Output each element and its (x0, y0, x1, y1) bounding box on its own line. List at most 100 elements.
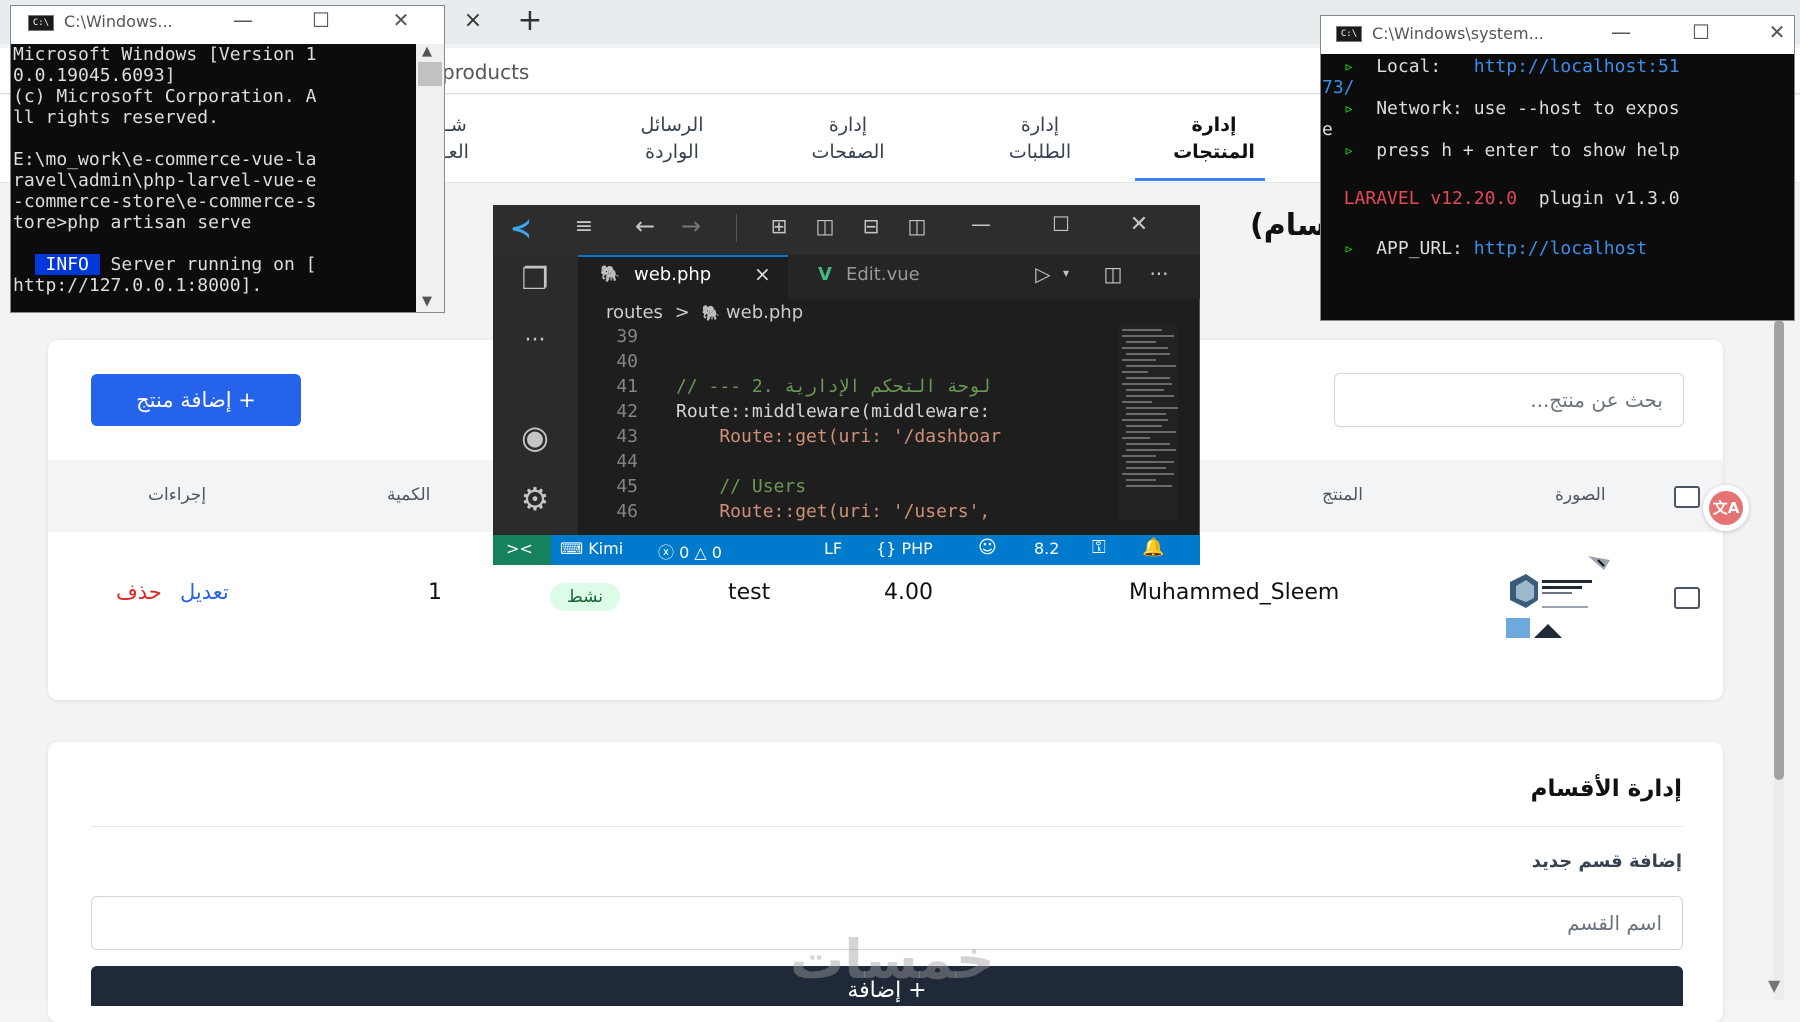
toggle-sidebar-icon[interactable]: ◫ (810, 214, 840, 238)
language-label: PHP (901, 539, 933, 558)
forward-arrow-icon[interactable]: → (676, 212, 706, 240)
page-scrollbar-thumb[interactable] (1774, 320, 1784, 780)
explorer-icon[interactable]: ❐ (512, 262, 558, 297)
minimize-icon[interactable]: — (1606, 20, 1636, 44)
tab-edit-vue[interactable]: Edit.vue (846, 264, 920, 285)
divider (736, 214, 737, 242)
language-status[interactable]: {} PHP (876, 539, 933, 558)
toggle-secondary-sidebar-icon[interactable]: ◫ (902, 214, 932, 238)
chevron-down-icon[interactable]: ▾ (1058, 266, 1074, 280)
cmd-line: E:\mo_work\e-commerce-vue-la (13, 149, 317, 170)
line-number: 45 (616, 476, 638, 497)
local-url[interactable]: http://localhost:51 (1474, 56, 1680, 77)
watermark: خمسات (790, 928, 995, 991)
remote-icon[interactable]: >< (506, 539, 533, 558)
cmd-left-title: C:\Windows... (64, 12, 173, 31)
scroll-up-icon[interactable]: ▲ (422, 44, 432, 59)
vue-file-icon: V (818, 264, 832, 285)
notifications-bell-icon[interactable]: 🔔 (1142, 537, 1164, 558)
breadcrumb-file[interactable]: web.php (726, 302, 803, 323)
address-bar-url[interactable]: products (442, 60, 529, 84)
select-all-checkbox[interactable] (1674, 486, 1700, 508)
layout-icon[interactable]: ⊞ (764, 214, 794, 238)
nav-item-messages[interactable]: الرسائل الواردة (622, 112, 722, 168)
kimi-status[interactable]: ⌨ Kimi (560, 539, 623, 558)
tab-web-php-label[interactable]: web.php (634, 264, 711, 285)
minimize-icon[interactable]: — (966, 212, 996, 236)
code-line: Route::middleware(middleware: (676, 401, 991, 422)
split-editor-icon[interactable]: ◫ (1100, 262, 1126, 286)
cmd-line: 0.0.19045.6093] (13, 65, 176, 86)
cell-quantity: 1 (428, 580, 442, 605)
add-product-button[interactable]: + إضافة منتج (91, 374, 301, 426)
line-number: 39 (616, 326, 638, 347)
nav-item-products[interactable]: إدارة المنتجات (1160, 112, 1268, 168)
copilot-icon[interactable]: ☺ (978, 537, 997, 558)
close-icon[interactable]: ✕ (1124, 212, 1154, 237)
app-url-label: APP_URL: (1376, 238, 1463, 259)
cmd-icon: C:\ (1336, 26, 1362, 42)
cmd-line: -commerce-store\e-commerce-s (13, 191, 317, 212)
breadcrumb: routes > 🐘 web.php (606, 302, 803, 323)
toggle-panel-icon[interactable]: ⊟ (856, 214, 886, 238)
more-actions-icon[interactable]: ··· (1144, 262, 1174, 286)
local-url-wrap[interactable]: 73/ (1322, 77, 1792, 98)
back-arrow-icon[interactable]: ← (630, 212, 660, 240)
add-category-subtitle: إضافة قسم جديد (1531, 851, 1682, 872)
product-thumbnail (1498, 552, 1610, 640)
edit-link[interactable]: تعديل (180, 580, 229, 604)
tab-close-icon[interactable]: × (460, 8, 486, 34)
minimap[interactable] (1118, 325, 1178, 520)
close-icon[interactable]: ✕ (386, 8, 416, 32)
info-badge: INFO (34, 254, 100, 275)
nav-item-orders[interactable]: إدارة الطلبات (990, 112, 1090, 168)
laravel-version: LARAVEL v12.20.0 (1343, 188, 1518, 209)
eol-status[interactable]: LF (824, 539, 842, 558)
th-product: المنتج (1322, 485, 1363, 505)
categories-title: إدارة الأقسام (1530, 776, 1682, 802)
warning-icon: △ (689, 543, 712, 562)
translate-icon[interactable]: 文A (1709, 491, 1743, 525)
tab-close-icon[interactable]: × (754, 262, 771, 286)
code-editor[interactable]: 39 40 41 // --- 2. لوحة التحكم الإدارية 4… (578, 326, 1118, 535)
cell-product-name: Muhammed_Sleem (1129, 580, 1340, 605)
cmd-line: ll rights reserved. (13, 107, 219, 128)
settings-gear-icon[interactable]: ⚙ (512, 480, 558, 518)
run-icon[interactable]: ▷ (1030, 262, 1056, 286)
scroll-down-icon[interactable]: ▼ (422, 294, 432, 309)
vscode-logo-icon: ≺ (510, 214, 532, 244)
cmd-right-output: ▹ Local: http://localhost:51 73/ ▹ Netwo… (1322, 54, 1792, 320)
maximize-icon[interactable]: ☐ (306, 8, 336, 32)
error-count: 0 (679, 543, 690, 562)
error-icon: ⓧ (658, 543, 680, 562)
more-icon[interactable]: ··· (512, 328, 558, 353)
php-version-status[interactable]: 8.2 (1034, 539, 1059, 558)
key-icon[interactable]: ⚿ (1092, 537, 1106, 558)
line-number: 46 (616, 501, 638, 522)
problems-status[interactable]: ⓧ 0 △ 0 (658, 539, 722, 563)
php-file-icon: 🐘 (600, 264, 620, 283)
network-wrap: e (1322, 119, 1333, 140)
close-icon[interactable]: ✕ (1762, 20, 1792, 44)
cmd-line: http://127.0.0.1:8000]. (13, 275, 263, 296)
nav-item-pages[interactable]: إدارة الصفحات (798, 112, 898, 168)
breadcrumb-folder[interactable]: routes (606, 302, 663, 323)
new-tab-button[interactable]: + (516, 4, 544, 38)
th-quantity: الكمية (387, 485, 431, 505)
app-url[interactable]: http://localhost (1474, 238, 1647, 259)
account-icon[interactable]: ◉ (512, 418, 558, 456)
scroll-down-arrow-icon[interactable]: ▼ (1768, 976, 1780, 995)
maximize-icon[interactable]: ☐ (1686, 20, 1716, 44)
menu-icon[interactable]: ≡ (566, 214, 602, 239)
row-checkbox[interactable] (1674, 587, 1700, 609)
product-search-input[interactable]: بحث عن منتج... (1334, 373, 1684, 427)
cmd-left-scroll-thumb[interactable] (418, 62, 442, 86)
code-line: // --- 2. لوحة التحكم الإدارية (676, 376, 991, 397)
minimize-icon[interactable]: — (228, 8, 258, 32)
cmd-line: tore>php artisan serve (13, 212, 252, 233)
line-number: 42 (616, 401, 638, 422)
maximize-icon[interactable]: ☐ (1046, 212, 1076, 236)
delete-link[interactable]: حذف (116, 580, 162, 604)
info-text: Server running on [ (99, 254, 317, 275)
page-heading: سام) (1250, 208, 1327, 243)
